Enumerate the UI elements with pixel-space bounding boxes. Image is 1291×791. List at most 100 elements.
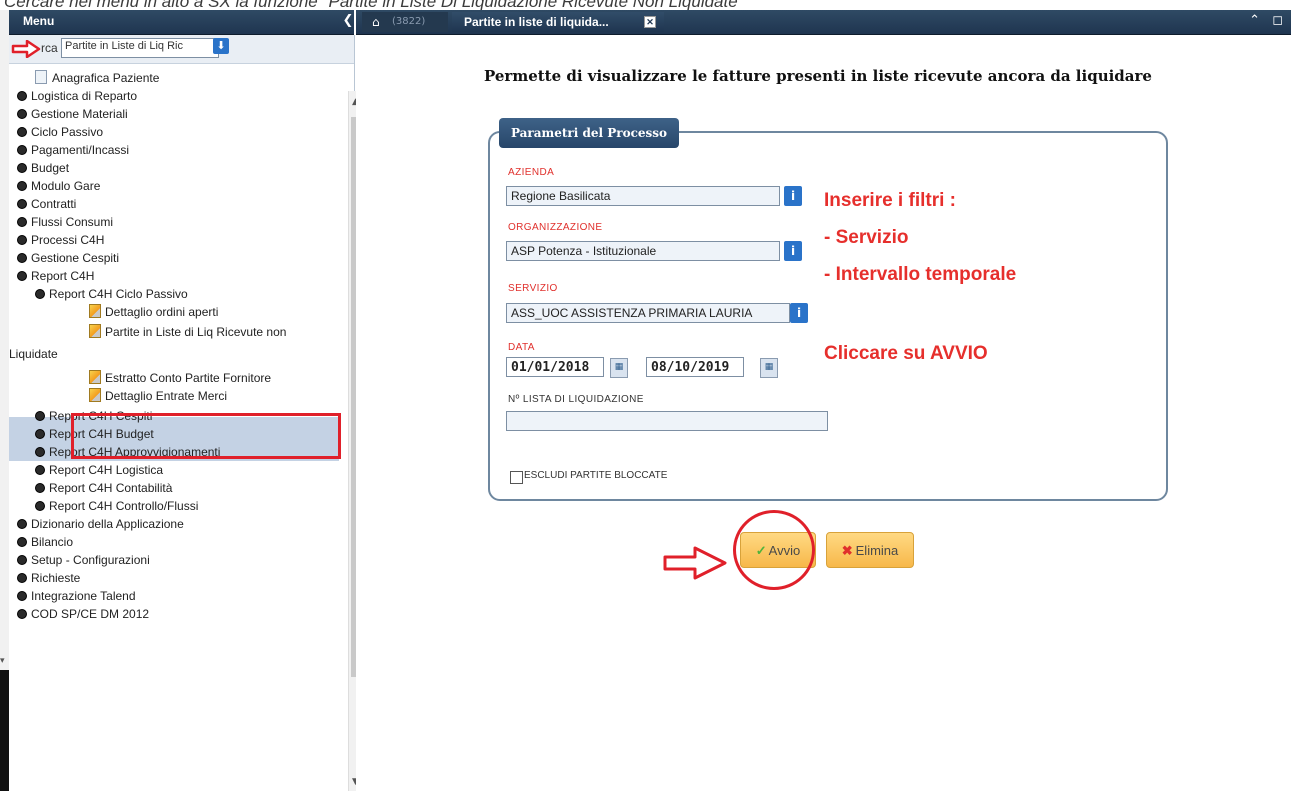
azienda-label: AZIENDA xyxy=(508,167,555,178)
servizio-label: SERVIZIO xyxy=(508,283,558,294)
organizzazione-label: ORGANIZZAZIONE xyxy=(508,222,603,233)
folder-bullet-icon xyxy=(35,429,45,439)
collapse-up-icon[interactable]: ⌃ xyxy=(1249,13,1260,28)
search-go-icon[interactable]: ⬇ xyxy=(213,38,229,54)
calendar-to-icon[interactable]: ▦ xyxy=(760,358,778,378)
menu-item[interactable]: Bilancio xyxy=(17,533,73,551)
escludi-partite-checkbox[interactable] xyxy=(510,471,523,484)
folder-bullet-icon xyxy=(17,235,27,245)
menu-search-row: rca Partite in Liste di Liq Ric ⬇ xyxy=(9,35,354,64)
date-to-field[interactable]: 08/10/2019 xyxy=(646,357,744,377)
folder-bullet-icon xyxy=(17,555,27,565)
menu-item[interactable]: Setup - Configurazioni xyxy=(17,551,150,569)
menu-item[interactable]: Richieste xyxy=(17,569,80,587)
menu-item[interactable]: Modulo Gare xyxy=(17,177,100,195)
menu-item-selected[interactable]: Partite in Liste di Liq Ricevute non xyxy=(89,323,286,341)
folder-bullet-icon xyxy=(17,109,27,119)
edge-dark-block xyxy=(0,670,9,791)
lista-liquidazione-label: Nº LISTA DI LIQUIDAZIONE xyxy=(508,394,644,405)
folder-bullet-icon xyxy=(35,483,45,493)
menu-item[interactable]: Processi C4H xyxy=(17,231,104,249)
azienda-field[interactable]: Regione Basilicata xyxy=(506,186,780,206)
folder-bullet-icon xyxy=(17,271,27,281)
servizio-field[interactable]: ASS_UOC ASSISTENZA PRIMARIA LAURIA xyxy=(506,303,790,323)
pointer-arrow-icon xyxy=(663,546,727,580)
menu-item[interactable]: Budget xyxy=(17,159,69,177)
red-highlight-box xyxy=(71,413,341,459)
menu-search-input[interactable]: Partite in Liste di Liq Ric xyxy=(61,38,219,58)
folder-bullet-icon xyxy=(17,127,27,137)
folder-bullet-icon xyxy=(17,573,27,583)
menu-item[interactable]: Ciclo Passivo xyxy=(17,123,103,141)
menu-item[interactable]: Anagrafica Paziente xyxy=(35,69,159,87)
folder-bullet-icon xyxy=(35,447,45,457)
delete-x-icon: ✖ xyxy=(841,543,853,558)
menu-header: Menu ❮ xyxy=(9,10,354,35)
tab-home[interactable]: ⌂ (3822) xyxy=(362,12,448,32)
home-count: (3822) xyxy=(392,16,426,27)
folder-bullet-icon xyxy=(35,411,45,421)
search-prefix-text: rca xyxy=(41,41,58,55)
data-label: DATA xyxy=(508,342,535,353)
folder-bullet-icon xyxy=(17,609,27,619)
menu-item[interactable]: Gestione Cespiti xyxy=(17,249,119,267)
window-controls: ⌃ ◻ xyxy=(1241,13,1283,28)
folder-bullet-icon xyxy=(17,145,27,155)
maximize-icon[interactable]: ◻ xyxy=(1272,13,1283,28)
menu-item-selected-wrap[interactable]: Liquidate xyxy=(9,345,58,363)
menu-item[interactable]: Dizionario della Applicazione xyxy=(17,515,184,533)
menu-item[interactable]: Pagamenti/Incassi xyxy=(17,141,129,159)
left-edge-strip: ▾ xyxy=(0,10,9,791)
servizio-lookup-icon[interactable]: i xyxy=(790,303,808,323)
menu-item[interactable]: Report C4H Logistica xyxy=(35,461,163,479)
collapse-menu-icon[interactable]: ❮ xyxy=(341,12,355,30)
date-from-field[interactable]: 01/01/2018 xyxy=(506,357,604,377)
menu-item[interactable]: COD SP/CE DM 2012 xyxy=(17,605,149,623)
sidebar-menu: rca Partite in Liste di Liq Ric ⬇ Anagra… xyxy=(9,35,364,791)
folder-bullet-icon xyxy=(35,289,45,299)
annotation-intervallo: - Intervallo temporale xyxy=(824,264,1017,285)
report-icon xyxy=(89,370,101,384)
folder-bullet-icon xyxy=(17,519,27,529)
calendar-from-icon[interactable]: ▦ xyxy=(610,358,628,378)
menu-item[interactable]: Report C4H Contabilità xyxy=(35,479,172,497)
menu-item[interactable]: Report C4H xyxy=(17,267,94,285)
menu-item[interactable]: Logistica di Reparto xyxy=(17,87,137,105)
folder-bullet-icon xyxy=(35,465,45,475)
close-tab-icon[interactable]: ✕ xyxy=(644,16,656,28)
annotation-servizio: - Servizio xyxy=(824,227,909,248)
page-icon xyxy=(35,70,47,84)
folder-bullet-icon xyxy=(17,199,27,209)
report-icon xyxy=(89,324,101,338)
instruction-caption: Cercare nel menù in alto a SX la funzion… xyxy=(4,0,744,10)
tab-partite-liste[interactable]: Partite in liste di liquida... ✕ xyxy=(452,12,664,32)
menu-item[interactable]: Gestione Materiali xyxy=(17,105,128,123)
annotation-avvio: Cliccare su AVVIO xyxy=(824,343,988,364)
tab-label: Partite in liste di liquida... xyxy=(464,15,609,29)
group-title: Parametri del Processo xyxy=(499,118,679,148)
organizzazione-field[interactable]: ASP Potenza - Istituzionale xyxy=(506,241,780,261)
menu-item[interactable]: Integrazione Talend xyxy=(17,587,136,605)
annotation-filters: Inserire i filtri : xyxy=(824,190,956,211)
menu-item[interactable]: Report C4H Controllo/Flussi xyxy=(35,497,198,515)
organizzazione-lookup-icon[interactable]: i xyxy=(784,241,802,261)
report-icon xyxy=(89,388,101,402)
folder-bullet-icon xyxy=(17,91,27,101)
azienda-lookup-icon[interactable]: i xyxy=(784,186,802,206)
elimina-button[interactable]: ✖ Elimina xyxy=(826,532,914,568)
menu-item[interactable]: Report C4H Ciclo Passivo xyxy=(35,285,188,303)
folder-bullet-icon xyxy=(17,591,27,601)
folder-bullet-icon xyxy=(17,537,27,547)
lista-liquidazione-field[interactable] xyxy=(506,411,828,431)
menu-title: Menu xyxy=(23,14,55,28)
menu-item[interactable]: Contratti xyxy=(17,195,76,213)
folder-bullet-icon xyxy=(35,501,45,511)
page-heading: Permette di visualizzare le fatture pres… xyxy=(484,67,1152,85)
red-arrow-icon xyxy=(11,40,41,58)
menu-item[interactable]: Estratto Conto Partite Fornitore xyxy=(89,369,271,387)
home-icon: ⌂ xyxy=(372,15,380,29)
menu-item[interactable]: Flussi Consumi xyxy=(17,213,113,231)
red-circle-highlight xyxy=(733,510,815,590)
menu-item[interactable]: Dettaglio ordini aperti xyxy=(89,303,218,321)
tab-bar: ⌂ (3822) Partite in liste di liquida... … xyxy=(356,10,1291,35)
